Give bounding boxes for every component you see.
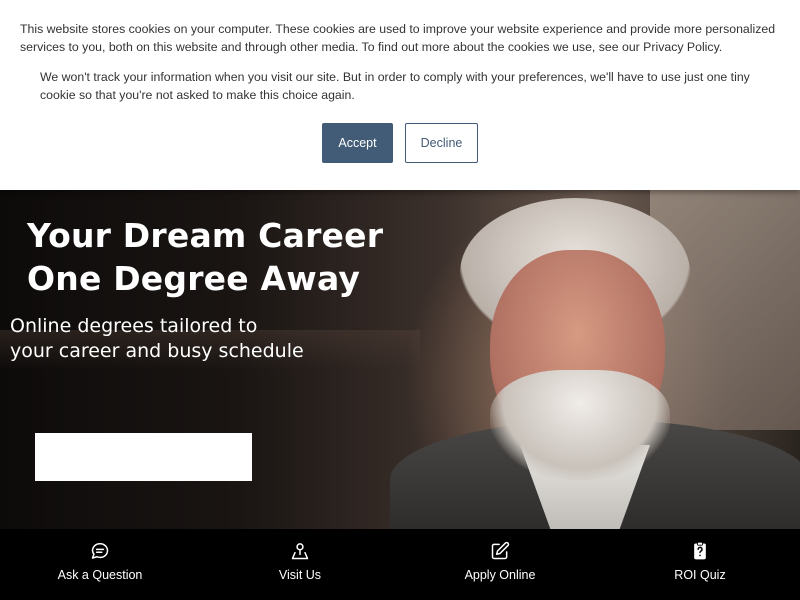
hero-cta-button[interactable]: [35, 433, 252, 481]
hero-title-line1: Your Dream Career: [27, 216, 384, 255]
hero-subtitle-line1: Online degrees tailored to: [10, 315, 258, 337]
bottom-action-bar: Ask a Question Visit Us Apply Online ROI…: [0, 529, 800, 600]
cookie-notice-text: This website stores cookies on your comp…: [20, 22, 776, 54]
hero-title: Your Dream Career One Degree Away: [27, 214, 407, 300]
ask-question-button[interactable]: Ask a Question: [0, 529, 200, 600]
portrait-beard: [490, 370, 670, 480]
hero-subtitle-line2: your career and busy schedule: [10, 340, 304, 362]
cookie-tracking-text: We won't track your information when you…: [40, 70, 750, 102]
cookie-banner: This website stores cookies on your comp…: [0, 0, 800, 190]
clipboard-question-icon: [694, 541, 706, 560]
ask-question-label: Ask a Question: [57, 568, 143, 582]
apply-online-label: Apply Online: [464, 568, 536, 582]
hero-subtitle: Online degrees tailored to your career a…: [10, 314, 350, 364]
decline-button[interactable]: Decline: [405, 123, 478, 163]
roi-quiz-button[interactable]: ROI Quiz: [600, 529, 800, 600]
chat-bubble-icon: [91, 543, 109, 559]
hero-portrait: [390, 190, 800, 540]
map-pin-icon: [291, 543, 309, 560]
apply-online-button[interactable]: Apply Online: [400, 529, 600, 600]
roi-quiz-label: ROI Quiz: [674, 568, 726, 582]
visit-us-label: Visit Us: [278, 568, 322, 582]
accept-button[interactable]: Accept: [322, 123, 393, 163]
visit-us-button[interactable]: Visit Us: [200, 529, 400, 600]
edit-icon: [491, 541, 510, 560]
hero-title-line2: One Degree Away: [27, 259, 361, 298]
